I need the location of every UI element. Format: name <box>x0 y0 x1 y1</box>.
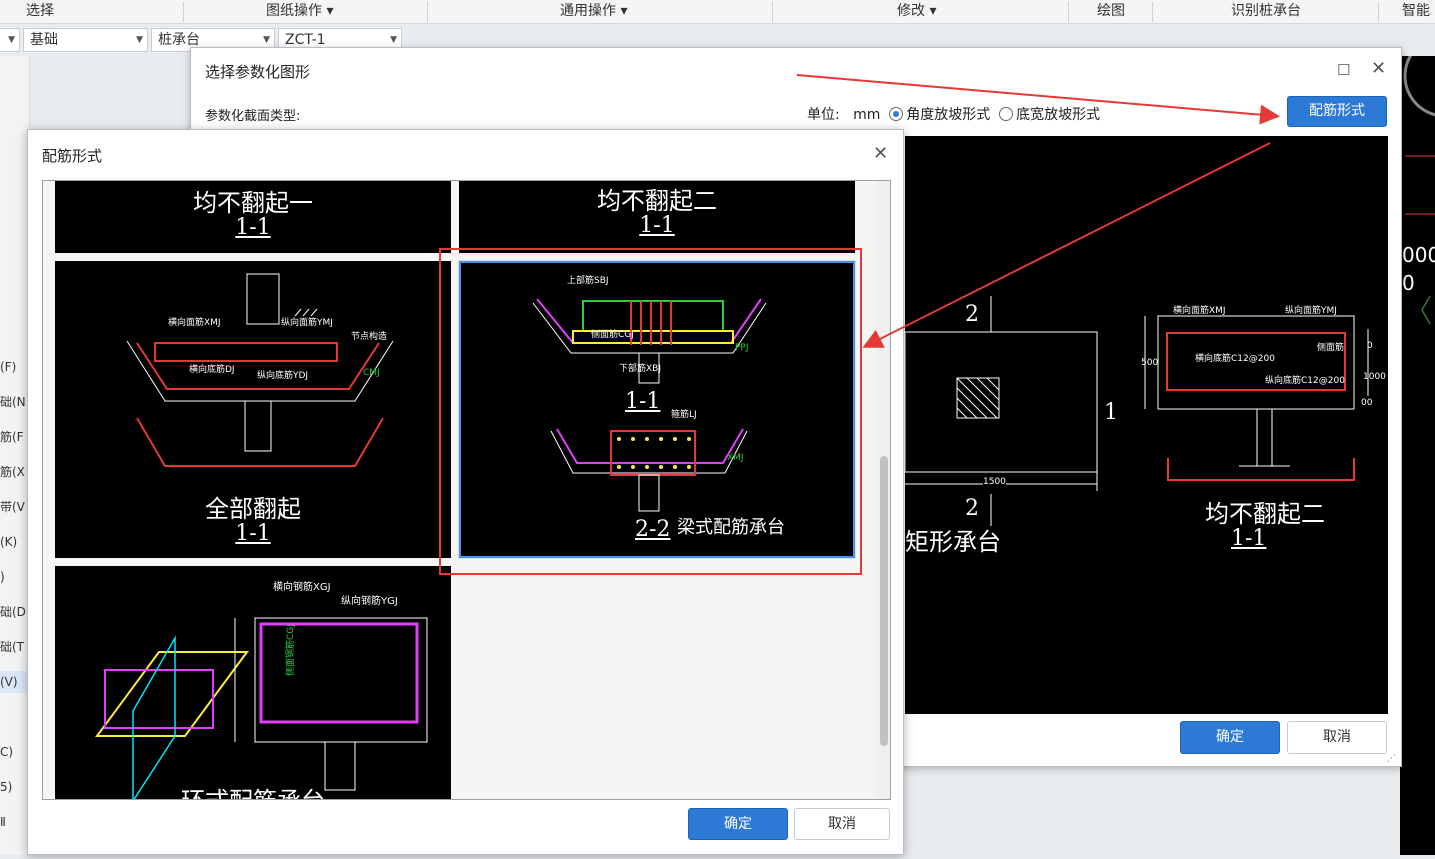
annotation-arrows <box>796 74 1280 348</box>
